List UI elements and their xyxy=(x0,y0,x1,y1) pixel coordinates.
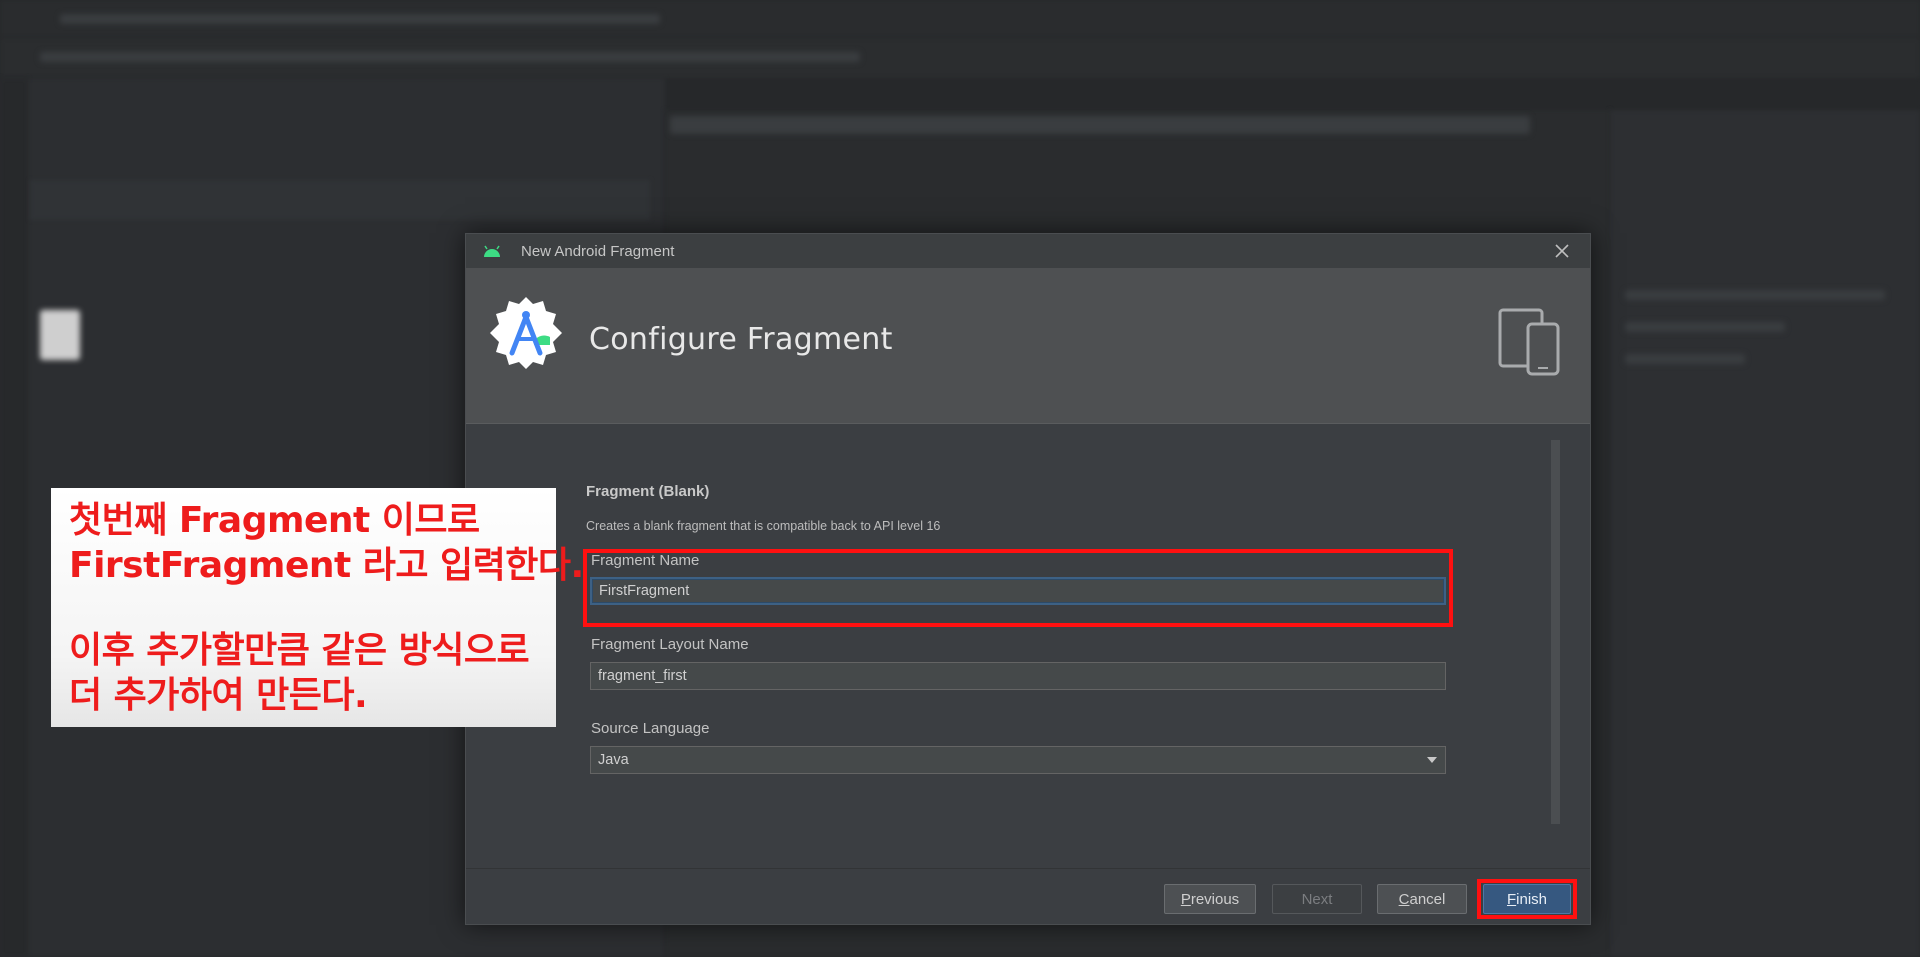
ide-right-blur-1 xyxy=(1625,290,1885,300)
page-title: Configure Fragment xyxy=(589,322,893,357)
section-title: Fragment (Blank) xyxy=(586,483,710,500)
ide-tool-strip xyxy=(0,78,28,957)
fragment-name-label: Fragment Name xyxy=(591,552,700,569)
devices-icon xyxy=(1498,308,1560,376)
close-icon[interactable] xyxy=(1552,241,1572,261)
ide-editor-tabs xyxy=(30,180,650,220)
finish-mnemonic: F xyxy=(1506,890,1517,908)
section-description: Creates a blank fragment that is compati… xyxy=(586,519,941,533)
dialog-titlebar: New Android Fragment xyxy=(466,234,1590,268)
cancel-mnemonic: C xyxy=(1398,890,1410,908)
next-label: Next xyxy=(1301,890,1333,908)
dialog-content: Fragment (Blank) Creates a blank fragmen… xyxy=(466,424,1590,864)
dialog-header: Configure Fragment xyxy=(466,268,1590,424)
previous-button[interactable]: Previous xyxy=(1164,884,1256,914)
cancel-label: ancel xyxy=(1409,890,1446,908)
new-android-fragment-dialog: New Android Fragment Configure Fragment … xyxy=(465,233,1591,925)
scrollbar[interactable] xyxy=(1551,440,1560,824)
annotation-line-1: 첫번째 Fragment 이므로 xyxy=(69,500,480,541)
finish-label: inish xyxy=(1516,890,1548,908)
annotation-callout: 첫번째 Fragment 이므로 FirstFragment 라고 입력한다. … xyxy=(51,488,584,727)
ide-right-panel xyxy=(1610,110,1920,957)
next-button[interactable]: Next xyxy=(1272,884,1362,914)
ide-right-blur-3 xyxy=(1625,354,1745,364)
ide-left-thumb-blur xyxy=(40,310,80,360)
finish-button[interactable]: Finish xyxy=(1483,884,1571,914)
ide-tabs-blur xyxy=(670,116,1530,134)
previous-mnemonic: P xyxy=(1180,890,1191,908)
annotation-line-2: FirstFragment 라고 입력한다. xyxy=(69,545,584,586)
source-language-value: Java xyxy=(598,752,629,768)
fragment-layout-name-label: Fragment Layout Name xyxy=(591,636,749,653)
ide-menu-blur xyxy=(60,14,660,24)
ide-right-blur-2 xyxy=(1625,322,1785,332)
android-icon xyxy=(484,245,500,257)
annotation-line-3: 이후 추가할만큼 같은 방식으로 xyxy=(69,630,530,671)
android-studio-logo-icon xyxy=(490,297,562,369)
source-language-label: Source Language xyxy=(591,720,710,737)
fragment-name-input[interactable] xyxy=(590,577,1446,605)
fragment-layout-name-input[interactable] xyxy=(590,662,1446,690)
ide-toolbar-blur xyxy=(40,52,860,62)
annotation-line-4: 더 추가하여 만든다. xyxy=(69,675,368,716)
dialog-title: New Android Fragment xyxy=(521,242,675,260)
dropdown-arrow-icon xyxy=(1427,757,1437,763)
previous-label: revious xyxy=(1190,890,1240,908)
annotation-gap xyxy=(69,588,538,628)
source-language-select[interactable]: Java xyxy=(590,746,1446,774)
cancel-button[interactable]: Cancel xyxy=(1377,884,1467,914)
